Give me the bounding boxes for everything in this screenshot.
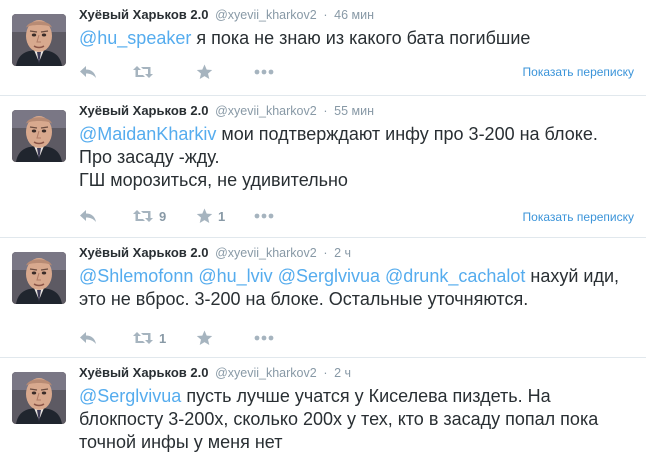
- tweet-text-fragment: ГШ морозиться, не удивительно: [79, 170, 348, 190]
- author-handle[interactable]: @xyevii_kharkov2: [215, 366, 317, 380]
- author-handle[interactable]: @xyevii_kharkov2: [215, 246, 317, 260]
- tweet[interactable]: Хуёвый Харьков 2.0 @xyevii_kharkov2 · 2 …: [0, 358, 646, 475]
- timestamp[interactable]: 55 мин: [334, 104, 374, 118]
- retweet-button[interactable]: [132, 62, 196, 82]
- separator-dot: ·: [323, 366, 328, 380]
- tweet-text: @Serglvivua пусть лучше учатся у Киселев…: [79, 385, 635, 454]
- favorite-count: 1: [218, 208, 226, 224]
- tweet-text: @MaidanKharkiv мои подтверждают инфу про…: [79, 123, 635, 192]
- tweet-text: @Shlemofonn @hu_lviv @Serglvivua @drunk_…: [79, 265, 635, 311]
- more-button[interactable]: [254, 206, 274, 226]
- author-handle[interactable]: @xyevii_kharkov2: [215, 104, 317, 118]
- separator-dot: ·: [323, 8, 328, 22]
- more-icon: [254, 335, 274, 341]
- mention-link[interactable]: @Serglvivua: [278, 266, 380, 286]
- tweet-timeline: Хуёвый Харьков 2.0 @xyevii_kharkov2 · 46…: [0, 0, 646, 475]
- retweet-icon: [132, 331, 154, 345]
- mention-link[interactable]: @drunk_cachalot: [385, 266, 525, 286]
- mention-link[interactable]: @hu_speaker: [79, 28, 191, 48]
- reply-button[interactable]: [79, 206, 132, 226]
- reply-button[interactable]: [79, 62, 132, 82]
- tweet[interactable]: Хуёвый Харьков 2.0 @xyevii_kharkov2 · 46…: [0, 0, 646, 96]
- star-icon: [196, 330, 213, 346]
- favorite-button[interactable]: 1: [196, 206, 254, 226]
- mention-link[interactable]: @Serglvivua: [79, 386, 181, 406]
- retweet-button[interactable]: 1: [132, 328, 196, 348]
- separator-dot: ·: [323, 246, 328, 260]
- tweet[interactable]: Хуёвый Харьков 2.0 @xyevii_kharkov2 · 2 …: [0, 238, 646, 358]
- tweet-text-fragment: я пока не знаю из какого бата погибшие: [191, 28, 531, 48]
- reply-icon: [79, 65, 97, 79]
- retweet-button[interactable]: 9: [132, 206, 196, 226]
- mention-link[interactable]: @MaidanKharkiv: [79, 124, 216, 144]
- avatar[interactable]: [12, 252, 66, 304]
- timestamp[interactable]: 46 мин: [334, 8, 374, 22]
- show-conversation-link[interactable]: Показать переписку: [523, 210, 634, 224]
- reply-icon: [79, 331, 97, 345]
- retweet-count: 9: [159, 208, 167, 224]
- more-icon: [254, 213, 274, 219]
- mention-link[interactable]: @hu_lviv: [198, 266, 272, 286]
- reply-icon: [79, 209, 97, 223]
- author-handle[interactable]: @xyevii_kharkov2: [215, 8, 317, 22]
- author-name[interactable]: Хуёвый Харьков 2.0: [79, 245, 208, 260]
- retweet-count: 1: [159, 330, 167, 346]
- avatar[interactable]: [12, 110, 66, 162]
- tweet[interactable]: Хуёвый Харьков 2.0 @xyevii_kharkov2 · 55…: [0, 96, 646, 238]
- more-icon: [254, 69, 274, 75]
- timestamp[interactable]: 2 ч: [334, 366, 351, 380]
- more-button[interactable]: [254, 62, 274, 82]
- more-button[interactable]: [254, 328, 274, 348]
- author-name[interactable]: Хуёвый Харьков 2.0: [79, 365, 208, 380]
- mention-link[interactable]: @Shlemofonn: [79, 266, 193, 286]
- author-name[interactable]: Хуёвый Харьков 2.0: [79, 7, 208, 22]
- favorite-button[interactable]: [196, 62, 254, 82]
- avatar[interactable]: [12, 14, 66, 66]
- author-name[interactable]: Хуёвый Харьков 2.0: [79, 103, 208, 118]
- tweet-actions: 1: [79, 328, 274, 348]
- retweet-icon: [132, 209, 154, 223]
- separator-dot: ·: [323, 104, 328, 118]
- show-conversation-link[interactable]: Показать переписку: [523, 65, 634, 79]
- star-icon: [196, 208, 213, 224]
- tweet-header: Хуёвый Харьков 2.0 @xyevii_kharkov2 · 2 …: [79, 245, 351, 260]
- tweet-header: Хуёвый Харьков 2.0 @xyevii_kharkov2 · 2 …: [79, 365, 351, 380]
- favorite-button[interactable]: [196, 328, 254, 348]
- retweet-icon: [132, 65, 154, 79]
- avatar[interactable]: [12, 372, 66, 424]
- reply-button[interactable]: [79, 328, 132, 348]
- tweet-header: Хуёвый Харьков 2.0 @xyevii_kharkov2 · 46…: [79, 7, 374, 22]
- star-icon: [196, 64, 213, 80]
- timestamp[interactable]: 2 ч: [334, 246, 351, 260]
- tweet-header: Хуёвый Харьков 2.0 @xyevii_kharkov2 · 55…: [79, 103, 374, 118]
- tweet-actions: 9 1: [79, 206, 274, 226]
- tweet-actions: [79, 62, 274, 82]
- tweet-text: @hu_speaker я пока не знаю из какого бат…: [79, 27, 635, 50]
